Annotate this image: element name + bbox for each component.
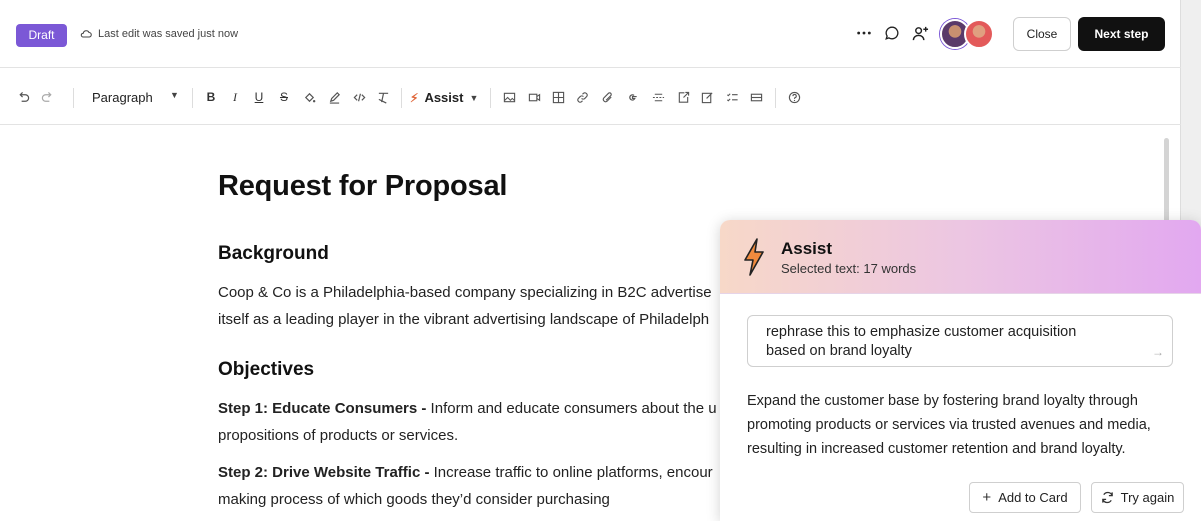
embed-icon[interactable] bbox=[676, 90, 690, 104]
step-2-line[interactable]: Step 2: Drive Website Traffic - Increase… bbox=[218, 459, 728, 486]
attachment-icon[interactable] bbox=[600, 90, 614, 104]
highlight-icon[interactable] bbox=[327, 90, 341, 104]
italic-icon[interactable]: I bbox=[228, 90, 242, 104]
background-heading[interactable]: Background bbox=[218, 243, 728, 265]
formatting-toolbar: Paragraph ▼ B I U S ⚡︎ Assist ▼ bbox=[0, 69, 1181, 125]
step-2-line[interactable]: making process of which goods they’d con… bbox=[218, 486, 728, 513]
divider-icon[interactable] bbox=[651, 90, 665, 104]
link-icon[interactable] bbox=[575, 90, 589, 104]
google-icon[interactable] bbox=[625, 90, 639, 104]
submit-arrow-icon[interactable]: → bbox=[1152, 343, 1164, 362]
block-type-select[interactable]: Paragraph bbox=[92, 90, 153, 105]
fill-color-icon[interactable] bbox=[302, 90, 316, 104]
next-step-button[interactable]: Next step bbox=[1078, 17, 1165, 51]
assist-title: Assist bbox=[781, 239, 833, 258]
assist-prompt-input[interactable]: rephrase this to emphasize customer acqu… bbox=[747, 315, 1173, 367]
step-1-label: Step 1: Educate Consumers - bbox=[218, 400, 427, 417]
try-again-label: Try again bbox=[1120, 490, 1175, 505]
more-icon[interactable] bbox=[855, 24, 873, 42]
try-again-button[interactable]: Try again bbox=[1091, 482, 1184, 513]
redo-icon[interactable] bbox=[40, 90, 54, 104]
strikethrough-icon[interactable]: S bbox=[277, 90, 291, 104]
code-icon[interactable] bbox=[352, 90, 366, 104]
step-1-line[interactable]: propositions of products or services. bbox=[218, 422, 728, 449]
status-badge: Draft bbox=[16, 24, 67, 47]
checklist-icon[interactable] bbox=[725, 90, 739, 104]
assist-panel-header: Assist Selected text: 17 words bbox=[720, 220, 1201, 294]
chevron-down-icon[interactable]: ▼ bbox=[170, 90, 179, 100]
prompt-text-line: based on brand loyalty bbox=[766, 343, 912, 359]
document-body[interactable]: Request for Proposal Background Coop & C… bbox=[218, 170, 728, 513]
comment-icon[interactable] bbox=[883, 24, 901, 42]
close-button[interactable]: Close bbox=[1013, 17, 1071, 51]
chevron-down-icon: ▼ bbox=[469, 92, 479, 103]
add-to-card-button[interactable]: + Add to Card bbox=[969, 482, 1081, 513]
assist-label: Assist bbox=[424, 90, 464, 105]
lightning-icon bbox=[744, 238, 764, 276]
step-2-label: Step 2: Drive Website Traffic - bbox=[218, 464, 430, 481]
top-bar: Draft Last edit was saved just now Close… bbox=[0, 0, 1181, 68]
add-user-icon[interactable] bbox=[911, 24, 929, 42]
avatar[interactable] bbox=[964, 19, 994, 49]
clear-format-icon[interactable] bbox=[376, 90, 390, 104]
lightning-icon: ⚡︎ bbox=[410, 90, 419, 105]
background-paragraph-line[interactable]: Coop & Co is a Philadelphia-based compan… bbox=[218, 279, 728, 306]
table-icon[interactable] bbox=[551, 90, 565, 104]
background-paragraph-line[interactable]: itself as a leading player in the vibran… bbox=[218, 306, 728, 333]
add-to-card-label: Add to Card bbox=[998, 490, 1068, 505]
assist-button[interactable]: ⚡︎ Assist ▼ bbox=[410, 90, 478, 105]
selected-text-count: Selected text: 17 words bbox=[781, 261, 917, 276]
step-1-text: Inform and educate consumers about the u bbox=[426, 400, 717, 417]
underline-icon[interactable]: U bbox=[252, 90, 266, 104]
image-icon[interactable] bbox=[502, 90, 516, 104]
assist-panel: Assist Selected text: 17 words rephrase … bbox=[720, 220, 1201, 521]
objectives-heading[interactable]: Objectives bbox=[218, 359, 728, 381]
cloud-icon bbox=[80, 30, 92, 38]
bold-icon[interactable]: B bbox=[204, 90, 218, 104]
assist-result-text: Expand the customer base by fostering br… bbox=[747, 393, 1151, 457]
layout-icon[interactable] bbox=[749, 90, 763, 104]
edit-box-icon[interactable] bbox=[700, 90, 714, 104]
prompt-text-line: rephrase this to emphasize customer acqu… bbox=[766, 324, 1077, 340]
document-title[interactable]: Request for Proposal bbox=[218, 170, 728, 203]
video-icon[interactable] bbox=[527, 90, 541, 104]
save-status-text: Last edit was saved just now bbox=[98, 28, 239, 40]
help-icon[interactable] bbox=[787, 90, 801, 104]
save-status: Last edit was saved just now bbox=[80, 28, 238, 40]
plus-icon: + bbox=[982, 489, 992, 506]
step-2-text: Increase traffic to online platforms, en… bbox=[429, 464, 713, 481]
refresh-icon bbox=[1101, 491, 1113, 504]
undo-icon[interactable] bbox=[16, 90, 30, 104]
step-1-line[interactable]: Step 1: Educate Consumers - Inform and e… bbox=[218, 395, 728, 422]
collaborator-avatars[interactable] bbox=[940, 19, 996, 49]
